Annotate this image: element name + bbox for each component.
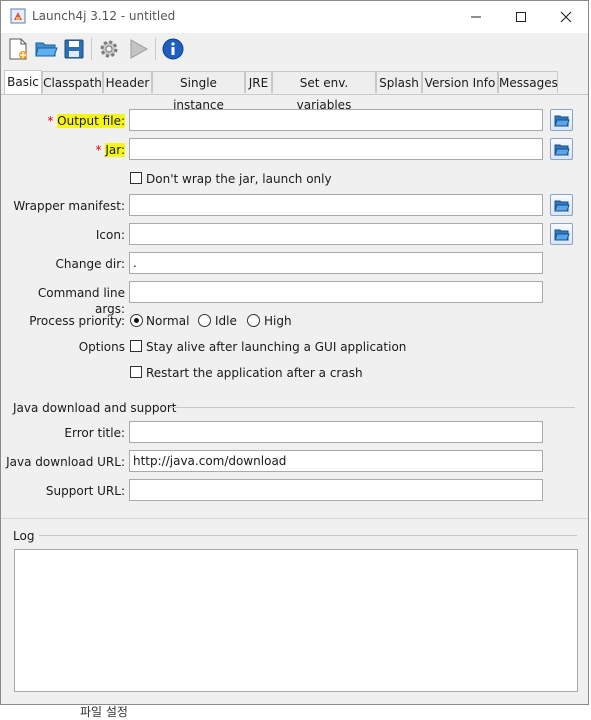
wrapper-manifest-browse-button[interactable]	[550, 194, 573, 216]
open-folder-icon[interactable]	[34, 37, 58, 61]
priority-normal-label: Normal	[146, 314, 190, 328]
section-divider	[169, 407, 575, 408]
restart-after-crash-label: Restart the application after a crash	[146, 366, 363, 380]
about-info-icon[interactable]	[161, 37, 185, 61]
icon-browse-button[interactable]	[550, 223, 573, 245]
priority-idle-radio[interactable]	[198, 314, 211, 327]
toolbar	[1, 33, 588, 67]
change-dir-field[interactable]: .	[129, 252, 543, 274]
tab-header[interactable]: Header	[103, 71, 152, 93]
launch4j-app-icon	[10, 8, 26, 24]
toolbar-separator	[155, 38, 156, 60]
run-play-icon[interactable]	[126, 37, 150, 61]
minimize-icon	[471, 16, 481, 18]
change-dir-label: Change dir:	[55, 257, 125, 271]
tab-splash[interactable]: Splash	[376, 71, 422, 93]
tab-version-info[interactable]: Version Info	[422, 71, 498, 93]
icon-field[interactable]	[129, 223, 543, 245]
tab-set-env-variables[interactable]: Set env. variables	[272, 71, 376, 112]
tab-jre[interactable]: JRE	[245, 71, 272, 93]
output-file-label-text: Output file:	[57, 114, 125, 128]
wrapper-manifest-label: Wrapper manifest:	[13, 199, 125, 213]
close-button[interactable]	[543, 1, 588, 33]
maximize-button[interactable]	[498, 1, 544, 33]
output-file-browse-button[interactable]	[550, 109, 573, 131]
tab-classpath[interactable]: Classpath	[42, 71, 103, 93]
support-url-field[interactable]	[129, 479, 543, 501]
open-folder-icon	[554, 200, 570, 212]
options-label: Options	[78, 340, 125, 354]
splitter[interactable]	[1, 518, 588, 519]
output-file-label: * Output file:	[11, 113, 125, 129]
tab-single-instance[interactable]: Single instance	[152, 71, 245, 112]
build-gear-icon[interactable]	[97, 37, 121, 61]
new-file-icon[interactable]	[6, 37, 30, 61]
maximize-icon	[516, 12, 526, 22]
wrapper-manifest-field[interactable]	[129, 194, 543, 216]
tab-strip: Basic Classpath Header Single instance J…	[1, 70, 588, 112]
dont-wrap-label: Don't wrap the jar, launch only	[146, 172, 332, 186]
open-folder-icon	[554, 144, 570, 156]
java-download-section-title: Java download and support	[13, 401, 177, 415]
jar-field[interactable]	[129, 138, 543, 160]
jar-browse-button[interactable]	[550, 138, 573, 160]
tab-messages[interactable]: Messages	[498, 71, 558, 93]
required-marker: *	[47, 114, 54, 128]
log-divider	[39, 535, 577, 536]
support-url-label: Support URL:	[45, 484, 125, 498]
log-title: Log	[13, 529, 35, 543]
save-icon[interactable]	[62, 37, 86, 61]
priority-normal-radio[interactable]	[130, 314, 143, 327]
title-bar[interactable]: Launch4j 3.12 - untitled	[1, 1, 588, 33]
launch4j-window: Launch4j 3.12 - untitled Basic Classpath…	[0, 0, 589, 705]
priority-idle-label: Idle	[215, 314, 237, 328]
restart-after-crash-checkbox[interactable]	[130, 366, 142, 378]
window-title: Launch4j 3.12 - untitled	[32, 9, 176, 23]
java-download-url-label: Java download URL:	[6, 455, 125, 469]
toolbar-separator	[91, 38, 92, 60]
output-file-field[interactable]	[129, 109, 543, 131]
minimize-button[interactable]	[453, 1, 499, 33]
open-folder-icon	[554, 115, 570, 127]
close-icon	[560, 11, 572, 23]
icon-label: Icon:	[95, 228, 125, 242]
process-priority-label: Process priority:	[29, 314, 125, 328]
stay-alive-checkbox[interactable]	[130, 340, 142, 352]
jar-label: * Jar:	[11, 142, 125, 158]
command-line-args-field[interactable]	[129, 281, 543, 303]
dont-wrap-checkbox[interactable]	[130, 172, 142, 184]
tab-basic[interactable]: Basic	[4, 70, 42, 94]
priority-high-label: High	[264, 314, 292, 328]
open-folder-icon	[554, 229, 570, 241]
java-download-url-field[interactable]: http://java.com/download	[129, 450, 543, 472]
stay-alive-label: Stay alive after launching a GUI applica…	[146, 340, 407, 354]
required-marker: *	[95, 143, 102, 157]
priority-high-radio[interactable]	[247, 314, 260, 327]
jar-label-text: Jar:	[105, 143, 125, 157]
log-textarea[interactable]	[14, 549, 578, 692]
background-window-text: 파일 설정	[80, 705, 128, 719]
error-title-field[interactable]	[129, 421, 543, 443]
error-title-label: Error title:	[64, 426, 125, 440]
